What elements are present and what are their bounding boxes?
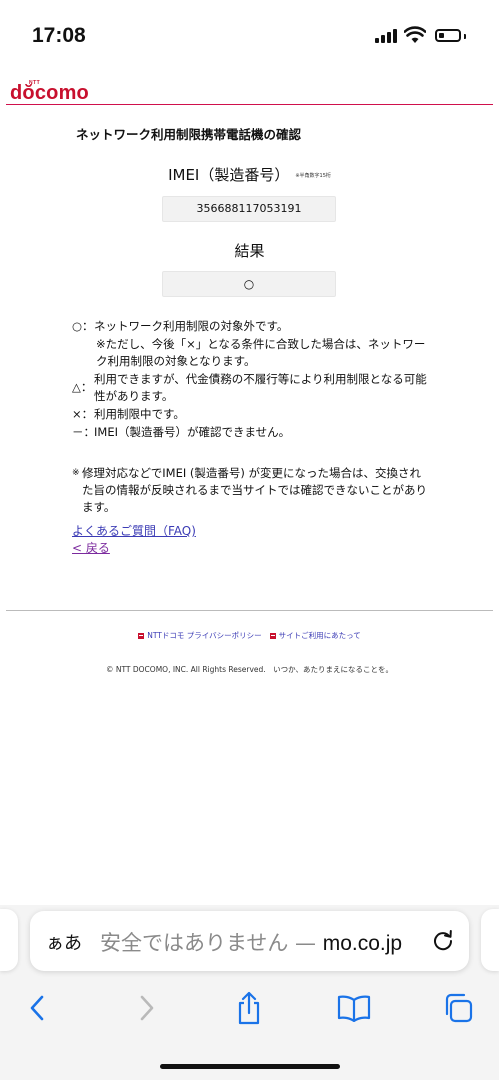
site-terms-link[interactable]: サイトご利用にあたって bbox=[279, 631, 361, 640]
share-icon[interactable] bbox=[229, 988, 269, 1028]
status-bar: 17:08 bbox=[0, 0, 499, 74]
imei-note: ※半角数字15桁 bbox=[295, 173, 331, 179]
bookmarks-icon[interactable] bbox=[334, 988, 374, 1028]
url-domain: mo.co.jp bbox=[322, 932, 403, 955]
copyright: © NTT DOCOMO, INC. All Rights Reserved. … bbox=[105, 665, 394, 674]
home-indicator bbox=[160, 1064, 340, 1069]
result-label: 結果 bbox=[234, 242, 265, 260]
previous-tab-peek[interactable] bbox=[0, 909, 18, 971]
legend-item: ×：利用制限中です。 bbox=[72, 407, 185, 421]
status-time: 17:08 bbox=[32, 24, 86, 47]
header-divider bbox=[6, 104, 493, 105]
legend-item: －：IMEI（製造番号）が確認できません。 bbox=[72, 425, 291, 439]
next-tab-peek[interactable] bbox=[481, 909, 499, 971]
security-warning: 安全ではありません — bbox=[100, 931, 323, 955]
legend-item: △：利用できますが、代金債務の不履行等により利用制限となる可能性があります。 bbox=[72, 372, 427, 403]
tabs-icon[interactable] bbox=[438, 988, 478, 1028]
result-value-box: ○ bbox=[162, 271, 336, 297]
privacy-policy-link[interactable]: NTTドコモ プライバシーポリシー bbox=[147, 631, 261, 640]
address-bar[interactable]: ぁあ 安全ではありません — mo.co.jp bbox=[30, 911, 469, 971]
legend-note: ※ただし、今後「×」となる条件に合致した場合は、ネットワーク利用制限の対象となり… bbox=[96, 337, 426, 368]
status-icons bbox=[375, 25, 475, 47]
footer-divider bbox=[6, 610, 493, 611]
faq-link[interactable]: よくあるご質問（FAQ) bbox=[72, 522, 196, 539]
notice-text: 修理対応などでIMEI (製造番号) が変更になった場合は、交換された旨の情報が… bbox=[82, 466, 427, 514]
legend-item: ○：ネットワーク利用制限の対象外です。 bbox=[72, 319, 289, 333]
link-bullet-icon bbox=[138, 633, 145, 639]
url-field[interactable]: 安全ではありません — mo.co.jp bbox=[100, 927, 426, 957]
back-icon[interactable] bbox=[18, 988, 58, 1028]
reload-icon[interactable] bbox=[429, 927, 457, 955]
legend: ○：ネットワーク利用制限の対象外です。 ※ただし、今後「×」となる条件に合致した… bbox=[72, 318, 432, 442]
docomo-logo[interactable]: NTT dŏcomo bbox=[10, 80, 130, 104]
back-link[interactable]: < 戻る bbox=[72, 539, 110, 556]
page-title: ネットワーク利用制限携帯電話機の確認 bbox=[76, 127, 302, 142]
link-bullet-icon bbox=[269, 633, 276, 639]
notice-mark: ※ bbox=[72, 468, 80, 478]
imei-label: IMEI（製造番号） ※半角数字15桁 bbox=[168, 166, 331, 184]
battery-icon bbox=[435, 29, 461, 42]
wifi-icon bbox=[404, 26, 426, 43]
page-settings-button[interactable]: ぁあ bbox=[46, 929, 82, 955]
imei-value-box: 356688117053191 bbox=[162, 196, 336, 222]
forward-icon[interactable] bbox=[126, 988, 166, 1028]
notice: ※ 修理対応などでIMEI (製造番号) が変更になった場合は、交換された旨の情… bbox=[72, 465, 428, 516]
browser-toolbar bbox=[0, 980, 499, 1036]
signal-icon bbox=[375, 28, 397, 43]
footer-links: NTTドコモ プライバシーポリシー サイトご利用にあたって bbox=[0, 630, 499, 641]
